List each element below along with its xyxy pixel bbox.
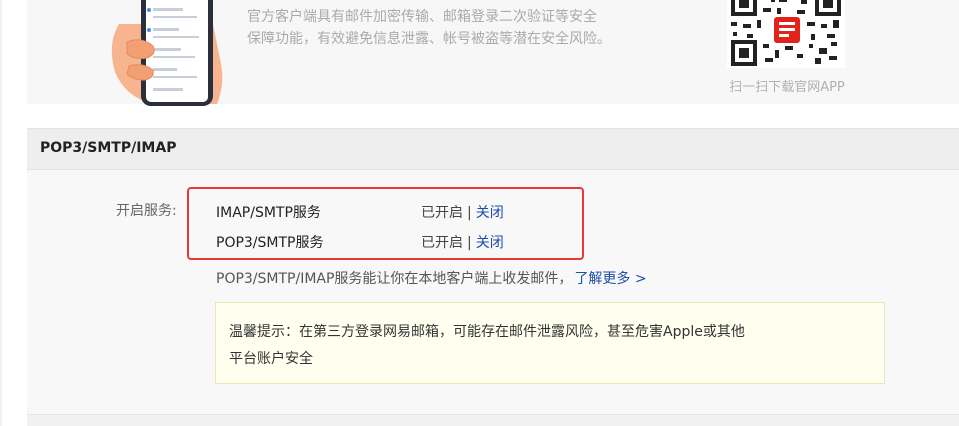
bottom-divider	[27, 414, 959, 426]
service-status-group: 已开启 | 关闭	[421, 232, 504, 252]
promo-line-2: 保障功能，有效避免信息泄露、帐号被盗等潜在安全风险。	[247, 31, 611, 47]
close-imap-link[interactable]: 关闭	[476, 205, 504, 221]
promo-line-1: 官方客户端具有邮件加密传输、邮箱登录二次验证等安全	[247, 9, 597, 25]
qr-caption: 扫一扫下载官网APP	[729, 80, 845, 95]
warning-line-1: 温馨提示：在第三方登录网易邮箱，可能存在邮件泄露风险，甚至危害Apple或其他	[229, 324, 745, 340]
promo-description: 官方客户端具有邮件加密传输、邮箱登录二次验证等安全 保障功能，有效避免信息泄露、…	[247, 6, 667, 50]
qr-code-icon	[727, 0, 845, 68]
section-title: POP3/SMTP/IMAP	[40, 140, 177, 156]
separator: |	[467, 235, 472, 251]
phone-illustration	[111, 0, 223, 106]
description-text: POP3/SMTP/IMAP服务能让你在本地客户端上收发邮件，	[216, 271, 573, 287]
service-description: POP3/SMTP/IMAP服务能让你在本地客户端上收发邮件， 了解更多 >	[216, 268, 647, 288]
service-name: IMAP/SMTP服务	[216, 205, 321, 221]
service-status-group: 已开启 | 关闭	[421, 202, 504, 222]
left-divider	[0, 0, 2, 426]
warning-line-2: 平台账户安全	[229, 351, 313, 367]
security-warning-box: 温馨提示：在第三方登录网易邮箱，可能存在邮件泄露风险，甚至危害Apple或其他 …	[215, 302, 885, 384]
service-status: 已开启	[421, 235, 463, 251]
app-promo-banner: 官方客户端具有邮件加密传输、邮箱登录二次验证等安全 保障功能，有效避免信息泄露、…	[27, 0, 959, 106]
separator: |	[467, 205, 472, 221]
service-row-imap: IMAP/SMTP服务 已开启 | 关闭	[216, 202, 576, 222]
section-header: POP3/SMTP/IMAP	[27, 128, 959, 170]
learn-more-link[interactable]: 了解更多 >	[574, 271, 646, 287]
settings-page: 官方客户端具有邮件加密传输、邮箱登录二次验证等安全 保障功能，有效避免信息泄露、…	[0, 0, 959, 426]
service-name: POP3/SMTP服务	[216, 235, 324, 251]
service-status: 已开启	[421, 205, 463, 221]
service-row-pop3: POP3/SMTP服务 已开启 | 关闭	[216, 232, 576, 252]
services-label: 开启服务:	[116, 203, 177, 219]
close-pop3-link[interactable]: 关闭	[476, 235, 504, 251]
